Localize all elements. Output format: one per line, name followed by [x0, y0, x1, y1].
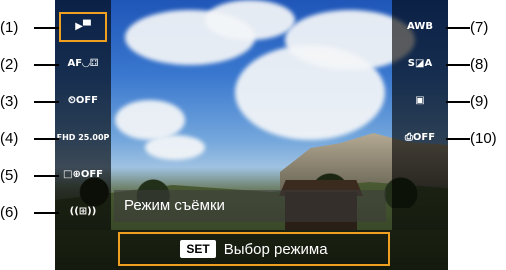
- self-timer-button[interactable]: ⏲OFF: [59, 86, 107, 116]
- white-balance-button[interactable]: AWB: [396, 12, 444, 42]
- callout-line: [446, 64, 470, 66]
- callout-line: [34, 64, 59, 66]
- digital-zoom-button[interactable]: □⊕OFF: [59, 160, 107, 190]
- movie-self-timer-off-icon: ⎙OFF: [404, 132, 436, 143]
- callout-line: [446, 27, 470, 29]
- callout-line: [34, 27, 59, 29]
- callout-3: (3): [0, 93, 19, 110]
- white-balance-icon: AWB: [407, 21, 433, 32]
- callout-line: [446, 138, 470, 140]
- movie-mode-icon: ▶▀: [75, 21, 91, 32]
- shooting-mode-label: Режим съёмки: [114, 190, 386, 222]
- af-method-icon: AF◡⚃: [67, 58, 99, 69]
- right-quick-control-panel: AWB S◪A ▣ ⎙OFF: [392, 0, 448, 230]
- auto-lighting-optimizer-icon: ▣: [415, 95, 425, 106]
- self-timer-off-icon: ⏲OFF: [68, 95, 98, 106]
- callout-line: [34, 175, 59, 177]
- callout-8: (8): [470, 56, 489, 73]
- select-mode-hint[interactable]: SET Выбор режима: [118, 232, 390, 266]
- picture-style-button[interactable]: S◪A: [396, 49, 444, 79]
- cloud: [205, 0, 295, 40]
- cloud: [115, 100, 185, 140]
- movie-rec-size-button[interactable]: FHD 25.00P: [56, 123, 110, 153]
- select-mode-text: Выбор режима: [223, 240, 328, 258]
- callout-1: (1): [0, 19, 19, 36]
- callout-line: [34, 212, 59, 214]
- left-quick-control-panel: ▶▀ AF◡⚃ ⏲OFF FHD 25.00P □⊕OFF ((⊞)): [55, 0, 111, 230]
- callout-2: (2): [0, 56, 19, 73]
- callout-line: [34, 138, 59, 140]
- set-button-icon: SET: [180, 240, 216, 258]
- movie-rec-size-icon: FHD 25.00P: [56, 133, 110, 142]
- auto-lighting-optimizer-button[interactable]: ▣: [396, 86, 444, 116]
- callout-4: (4): [0, 130, 19, 147]
- digital-zoom-off-icon: □⊕OFF: [63, 169, 103, 180]
- callout-10: (10): [470, 130, 497, 147]
- shooting-mode-button[interactable]: ▶▀: [59, 12, 107, 42]
- image-stabilizer-button[interactable]: ((⊞)): [59, 197, 107, 227]
- callout-line: [446, 101, 470, 103]
- image-stabilizer-icon: ((⊞)): [69, 206, 97, 217]
- movie-self-timer-button[interactable]: ⎙OFF: [396, 123, 444, 153]
- callout-7: (7): [470, 19, 489, 36]
- picture-style-icon: S◪A: [407, 58, 433, 69]
- cloud: [145, 135, 205, 160]
- callout-6: (6): [0, 204, 19, 221]
- callout-line: [34, 101, 59, 103]
- callout-9: (9): [470, 93, 489, 110]
- af-method-button[interactable]: AF◡⚃: [59, 49, 107, 79]
- callout-5: (5): [0, 167, 19, 184]
